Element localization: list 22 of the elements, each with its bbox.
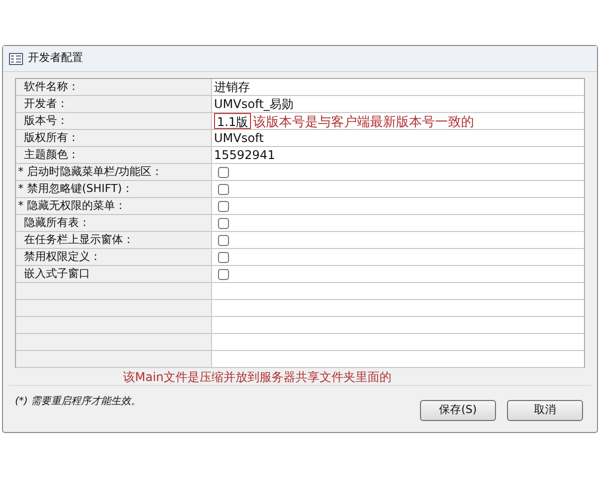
label-cell: * 禁用忽略键(SHIFT)： [16, 181, 212, 197]
value-cell: UMVsoft [214, 130, 264, 146]
label-cell: * 启动时隐藏菜单栏/功能区： [16, 164, 212, 180]
value-cell: 15592941 [214, 147, 276, 163]
checkbox[interactable] [218, 234, 229, 246]
value-cell: 进销存 [214, 79, 250, 95]
dialog-button[interactable]: 取消 [507, 400, 583, 421]
checkbox[interactable] [218, 166, 229, 178]
dialog-button[interactable]: 保存(S) [420, 400, 496, 421]
annotation-text: 该Main文件是压缩并放到服务器共享文件夹里面的 [123, 368, 392, 386]
value-cell: 1.1版 [214, 113, 252, 129]
label-cell: * 隐藏无权限的菜单： [16, 198, 212, 214]
annotation-text: 该版本号是与客户端最新版本号一致的 [253, 115, 474, 131]
value-cell: UMVsoft_易勋 [214, 96, 294, 112]
checkbox[interactable] [218, 268, 229, 280]
checkbox[interactable] [218, 218, 229, 228]
form-icon [9, 52, 23, 64]
checkbox[interactable] [218, 252, 229, 262]
checkbox[interactable] [218, 200, 229, 212]
checkbox[interactable] [218, 184, 229, 194]
window-title: 开发者配置 [28, 50, 83, 66]
footnote-text: (*) 需要重启程序才能生效。 [15, 394, 141, 409]
